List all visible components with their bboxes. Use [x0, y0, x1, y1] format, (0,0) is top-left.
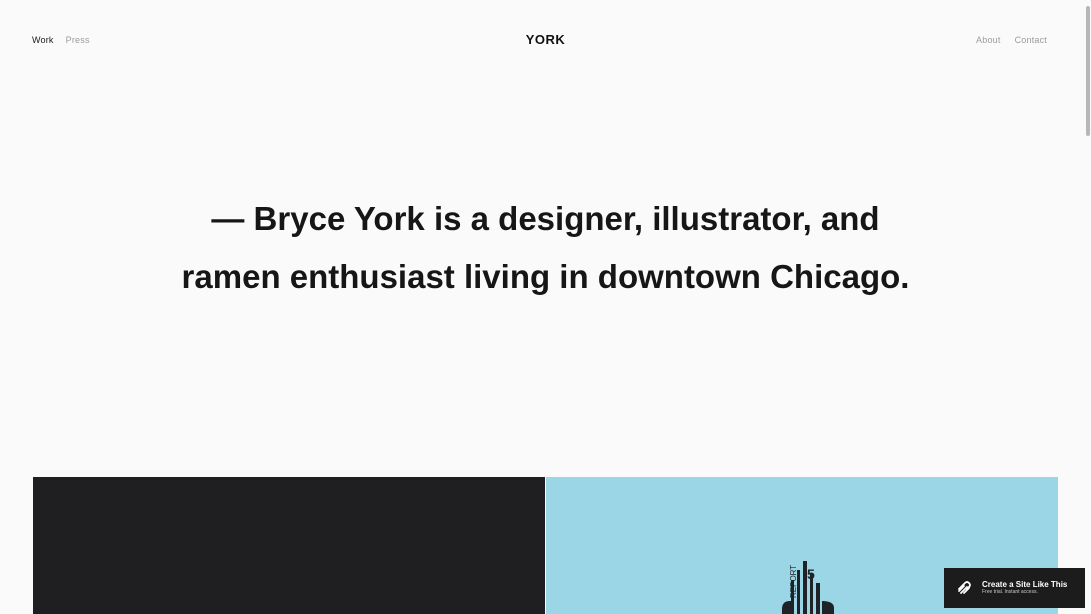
- poster-bar: [816, 583, 820, 614]
- squarespace-logo-icon: [958, 581, 971, 594]
- nav-about-link[interactable]: About: [976, 35, 1001, 45]
- site-header: Work Press YORK About Contact: [0, 0, 1091, 80]
- cta-subtitle: Free trial. Instant access.: [982, 589, 1038, 595]
- poster-number: 5: [807, 566, 815, 582]
- poster-shape: [782, 601, 794, 614]
- create-site-cta[interactable]: Create a Site Like This Free trial. Inst…: [944, 568, 1085, 608]
- website-page: Work Press YORK About Contact — Bryce Yo…: [0, 0, 1091, 614]
- right-navigation: About Contact: [976, 35, 1047, 45]
- intro-line-2: ramen enthusiast living in downtown Chic…: [181, 258, 910, 295]
- poster-label: REPORT: [789, 565, 798, 598]
- scrollbar-thumb[interactable]: [1086, 6, 1090, 136]
- page-scrollbar[interactable]: [1085, 0, 1091, 614]
- intro-statement: — Bryce York is a designer, illustrator,…: [120, 190, 971, 306]
- site-logo[interactable]: YORK: [0, 32, 1091, 47]
- cta-title: Create a Site Like This: [982, 580, 1068, 589]
- nav-contact-link[interactable]: Contact: [1015, 35, 1047, 45]
- intro-line-1: — Bryce York is a designer, illustrator,…: [211, 200, 880, 237]
- gallery-dark-image[interactable]: [33, 477, 545, 614]
- poster-shape: [822, 601, 834, 614]
